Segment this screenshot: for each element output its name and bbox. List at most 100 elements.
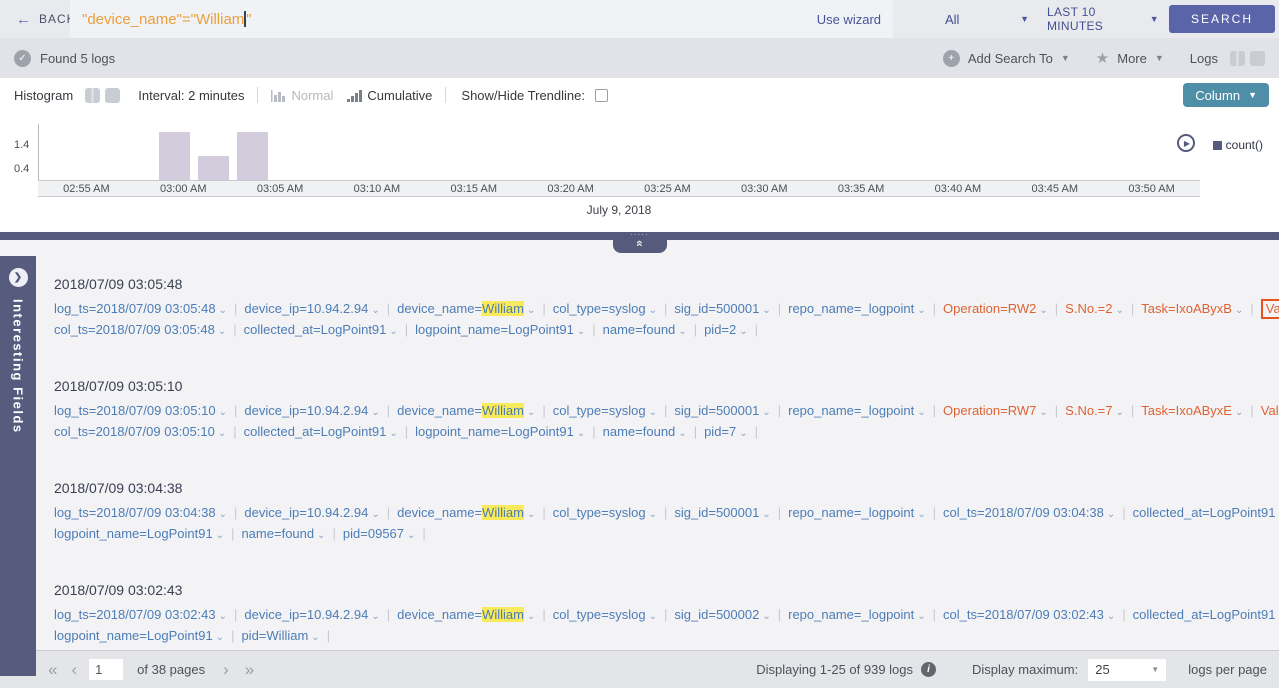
histogram-bar[interactable]: [198, 156, 229, 180]
field-col_type[interactable]: col_type=syslog⌄: [553, 607, 657, 622]
play-button[interactable]: ▶: [1177, 134, 1195, 152]
info-icon[interactable]: i: [921, 662, 936, 677]
field-key: Value=: [1261, 403, 1279, 418]
first-page-button[interactable]: «: [48, 661, 57, 678]
field-sig_id[interactable]: sig_id=500001⌄: [674, 301, 770, 316]
use-wizard-link[interactable]: Use wizard: [817, 12, 881, 27]
interesting-fields-panel[interactable]: ❯ Interesting Fields: [0, 256, 36, 676]
field-sig_id[interactable]: sig_id=500001⌄: [674, 505, 770, 520]
field-key: device_ip=: [244, 607, 307, 622]
display-maximum-select[interactable]: 25 ▼: [1088, 659, 1166, 681]
field-name[interactable]: name=found⌄: [603, 424, 687, 439]
field-S.No.[interactable]: S.No.=2⌄: [1065, 301, 1124, 316]
chevron-down-icon: ⌄: [1116, 305, 1124, 316]
field-log_ts[interactable]: log_ts=2018/07/09 03:05:10⌄: [54, 403, 227, 418]
field-collected_at[interactable]: collected_at=LogPoint91⌄: [1133, 607, 1279, 622]
field-collected_at[interactable]: collected_at=LogPoint91⌄: [1133, 505, 1279, 520]
field-pid[interactable]: pid=7⌄: [704, 424, 748, 439]
field-repo_name[interactable]: repo_name=_logpoint⌄: [788, 505, 926, 520]
column-dropdown-button[interactable]: Column ▼: [1183, 83, 1269, 107]
search-query-input[interactable]: "device_name"="William" Use wizard: [70, 0, 893, 38]
column-view-toggle-icon[interactable]: [1230, 51, 1245, 66]
previous-page-button[interactable]: ‹: [71, 661, 77, 678]
field-col_type[interactable]: col_type=syslog⌄: [553, 301, 657, 316]
field-device_ip[interactable]: device_ip=10.94.2.94⌄: [244, 505, 379, 520]
normal-mode-button[interactable]: Normal: [271, 88, 333, 103]
page-number-input[interactable]: [89, 659, 123, 680]
field-separator: |: [933, 505, 936, 520]
field-col_ts[interactable]: col_ts=2018/07/09 03:02:43⌄: [943, 607, 1115, 622]
repo-scope-dropdown[interactable]: All ▼: [945, 12, 1029, 27]
field-separator: |: [1131, 301, 1134, 316]
field-logpoint_name[interactable]: logpoint_name=LogPoint91⌄: [415, 322, 585, 337]
field-col_ts[interactable]: col_ts=2018/07/09 03:05:10⌄: [54, 424, 226, 439]
histogram-bar[interactable]: [159, 132, 190, 180]
field-device_ip[interactable]: device_ip=10.94.2.94⌄: [244, 403, 379, 418]
field-sig_id[interactable]: sig_id=500001⌄: [674, 403, 770, 418]
field-Task[interactable]: Task=IxoAByxB⌄: [1141, 301, 1243, 316]
collapse-chart-button[interactable]: ····· «: [613, 232, 667, 253]
field-Operation[interactable]: Operation=RW2⌄: [943, 301, 1048, 316]
field-key: repo_name=: [788, 301, 861, 316]
chevron-down-icon: ⌄: [1039, 305, 1047, 316]
field-sig_id[interactable]: sig_id=500002⌄: [674, 607, 770, 622]
field-pid[interactable]: pid=2⌄: [704, 322, 748, 337]
more-button[interactable]: ★ More ▼: [1096, 51, 1164, 66]
field-col_ts[interactable]: col_ts=2018/07/09 03:05:48⌄: [54, 322, 226, 337]
cumulative-mode-button[interactable]: Cumulative: [347, 88, 432, 103]
field-collected_at[interactable]: collected_at=LogPoint91⌄: [244, 424, 398, 439]
field-value: 7: [729, 424, 736, 439]
histogram-bar[interactable]: [237, 132, 268, 180]
field-key: collected_at=: [1133, 607, 1210, 622]
field-name[interactable]: name=found⌄: [603, 322, 687, 337]
field-col_ts[interactable]: col_ts=2018/07/09 03:04:38⌄: [943, 505, 1115, 520]
field-value: 500001: [716, 403, 759, 418]
expand-panel-icon[interactable]: ❯: [9, 268, 28, 287]
trendline-checkbox[interactable]: [595, 89, 608, 102]
field-col_type[interactable]: col_type=syslog⌄: [553, 403, 657, 418]
histogram-grid-toggle-icon[interactable]: [105, 88, 120, 103]
field-logpoint_name[interactable]: logpoint_name=LogPoint91⌄: [415, 424, 585, 439]
field-device_name[interactable]: device_name=William⌄: [397, 301, 535, 316]
field-device_ip[interactable]: device_ip=10.94.2.94⌄: [244, 301, 379, 316]
field-pid[interactable]: pid=09567⌄: [343, 526, 416, 541]
field-key: Task=: [1141, 301, 1175, 316]
field-col_type[interactable]: col_type=syslog⌄: [553, 505, 657, 520]
field-device_name[interactable]: device_name=William⌄: [397, 403, 535, 418]
field-logpoint_name[interactable]: logpoint_name=LogPoint91⌄: [54, 628, 224, 643]
field-repo_name[interactable]: repo_name=_logpoint⌄: [788, 301, 926, 316]
field-Value[interactable]: Value=read7⌄: [1261, 403, 1279, 418]
field-repo_name[interactable]: repo_name=_logpoint⌄: [788, 403, 926, 418]
field-key: pid=: [704, 424, 729, 439]
last-page-button[interactable]: »: [245, 661, 254, 678]
field-log_ts[interactable]: log_ts=2018/07/09 03:02:43⌄: [54, 607, 227, 622]
field-log_ts[interactable]: log_ts=2018/07/09 03:05:48⌄: [54, 301, 227, 316]
search-button[interactable]: SEARCH: [1169, 5, 1275, 33]
field-S.No.[interactable]: S.No.=7⌄: [1065, 403, 1124, 418]
field-Value[interactable]: Value=read2⌄: [1261, 299, 1279, 319]
time-range-dropdown[interactable]: LAST 10 MINUTES ▼: [1047, 5, 1159, 33]
back-button[interactable]: ← BACK: [0, 12, 70, 27]
field-key: col_type=: [553, 607, 609, 622]
field-pid[interactable]: pid=William⌄: [241, 628, 319, 643]
field-collected_at[interactable]: collected_at=LogPoint91⌄: [244, 322, 398, 337]
grid-view-toggle-icon[interactable]: [1250, 51, 1265, 66]
field-key: Value=: [1266, 301, 1279, 316]
field-log_ts[interactable]: log_ts=2018/07/09 03:04:38⌄: [54, 505, 227, 520]
field-Operation[interactable]: Operation=RW7⌄: [943, 403, 1048, 418]
field-logpoint_name[interactable]: logpoint_name=LogPoint91⌄: [54, 526, 224, 541]
field-name[interactable]: name=found⌄: [241, 526, 325, 541]
histogram-column-toggle-icon[interactable]: [85, 88, 100, 103]
add-search-to-button[interactable]: + Add Search To ▼: [943, 50, 1070, 67]
field-separator: |: [327, 628, 330, 643]
field-repo_name[interactable]: repo_name=_logpoint⌄: [788, 607, 926, 622]
log-timestamp: 2018/07/09 03:05:48: [54, 276, 1279, 292]
collapse-divider: ····· «: [0, 232, 1279, 240]
field-device_name[interactable]: device_name=William⌄: [397, 607, 535, 622]
field-device_name[interactable]: device_name=William⌄: [397, 505, 535, 520]
field-separator: |: [542, 301, 545, 316]
field-Task[interactable]: Task=IxoAByxE⌄: [1141, 403, 1243, 418]
field-key: repo_name=: [788, 607, 861, 622]
next-page-button[interactable]: ›: [223, 661, 229, 678]
field-device_ip[interactable]: device_ip=10.94.2.94⌄: [244, 607, 379, 622]
